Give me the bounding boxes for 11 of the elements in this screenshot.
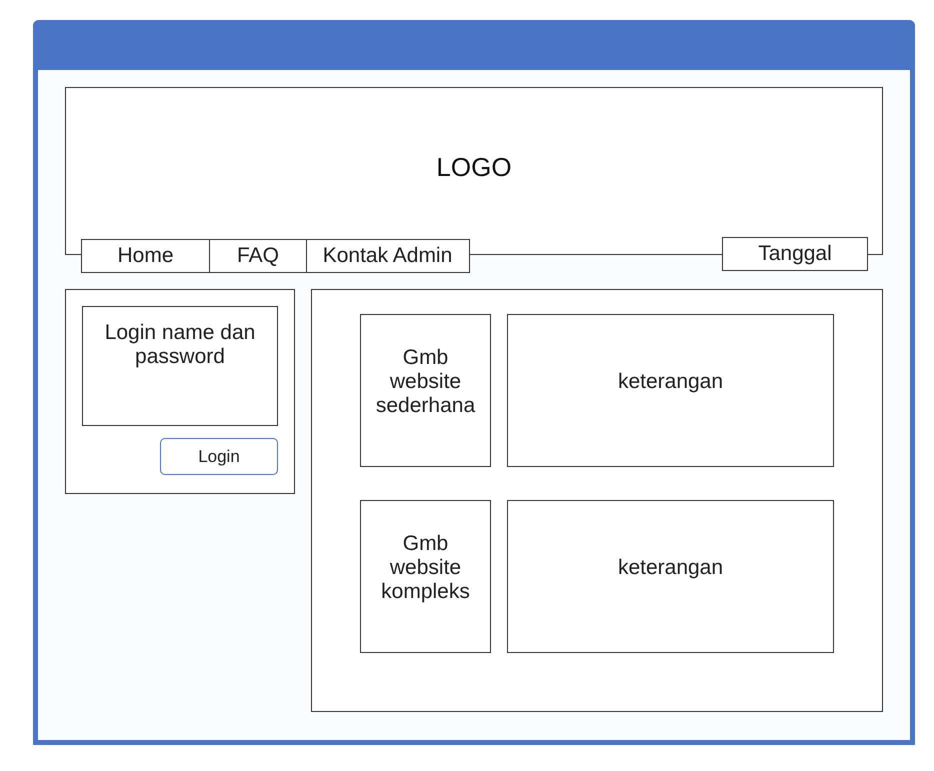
- description-box: keterangan: [507, 314, 834, 467]
- login-button[interactable]: Login: [160, 438, 278, 475]
- login-fields-box[interactable]: Login name dan password: [82, 306, 278, 426]
- nav-tab[interactable]: Kontak Admin: [306, 239, 470, 273]
- image-frame: Gmb website kompleks: [360, 500, 491, 653]
- date-box: Tanggal: [722, 237, 868, 271]
- image-frame: Gmb website sederhana: [360, 314, 491, 467]
- description-box: keterangan: [507, 500, 834, 653]
- logo-text: LOGO: [436, 152, 512, 182]
- nav-tab[interactable]: Home: [80, 239, 210, 273]
- nav-tab[interactable]: FAQ: [209, 239, 307, 273]
